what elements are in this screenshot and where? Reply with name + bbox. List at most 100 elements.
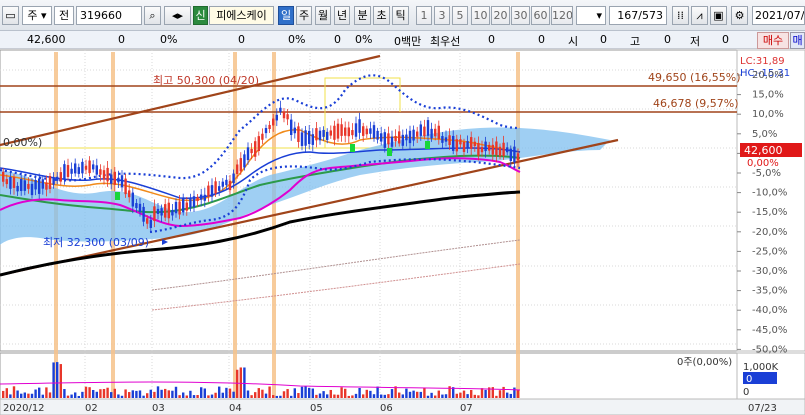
- candle: [81, 161, 84, 174]
- volume-bar: [509, 393, 512, 398]
- candle: [434, 128, 437, 137]
- candle: [333, 125, 336, 140]
- volume-bar: [380, 394, 383, 398]
- candle: [444, 137, 448, 142]
- low-annotation: 최저 32,300 (03/09): [43, 236, 149, 249]
- candle: [408, 130, 412, 144]
- volume-bar: [48, 392, 52, 398]
- volume-bar: [120, 395, 124, 398]
- volume-bar: [196, 395, 199, 398]
- left-pct-label: 0,00%): [3, 136, 42, 149]
- current-pct: 0,00%: [747, 158, 779, 169]
- candle: [196, 197, 199, 202]
- candle: [214, 181, 217, 194]
- candle: [394, 135, 397, 142]
- candle: [138, 203, 142, 212]
- volume-bar: [27, 393, 30, 398]
- volume-bar: [232, 391, 235, 398]
- volume-bar: [369, 390, 372, 398]
- volume-bar: [466, 394, 469, 398]
- volume-bar: [484, 389, 487, 398]
- volume-bar: [66, 395, 70, 398]
- volume-bar: [261, 389, 264, 398]
- candle: [470, 137, 473, 149]
- candle: [502, 142, 505, 156]
- candle: [300, 132, 304, 146]
- volume-bar: [376, 386, 379, 398]
- volume-axis-max: 1,000K: [743, 362, 779, 373]
- candle: [218, 186, 221, 191]
- candle: [232, 173, 235, 184]
- candle: [387, 133, 390, 145]
- candle: [477, 143, 480, 156]
- candle: [401, 134, 404, 146]
- level1-label: 49,650 (16,55%): [648, 71, 741, 84]
- x-label-apr: 04: [229, 403, 242, 414]
- candle: [70, 168, 73, 174]
- volume-bar: [437, 390, 440, 398]
- x-label-jun: 06: [380, 403, 393, 414]
- volume-bar: [5, 388, 8, 398]
- volume-bar: [171, 390, 174, 398]
- candle: [365, 128, 368, 135]
- candle: [95, 165, 98, 175]
- volume-bar: [495, 395, 498, 398]
- candle: [246, 147, 250, 161]
- candle: [380, 133, 383, 142]
- candle: [142, 206, 145, 222]
- volume-bar: [12, 386, 16, 398]
- volume-pct: 0주(0,00%): [677, 357, 732, 368]
- volume-bar: [401, 394, 404, 398]
- candle: [156, 208, 160, 214]
- y-axis-label: -5,0%: [752, 168, 781, 179]
- candle: [9, 176, 12, 189]
- volume-bar: [282, 391, 286, 398]
- candle: [59, 172, 62, 182]
- candle: [174, 201, 178, 214]
- volume-bar: [200, 387, 203, 398]
- candle: [102, 170, 106, 180]
- candle: [369, 128, 372, 134]
- candle: [135, 203, 138, 209]
- volume-bar: [189, 390, 192, 398]
- volume-bar: [225, 387, 228, 398]
- volume-bar: [477, 395, 480, 398]
- candle: [412, 129, 415, 141]
- y-axis-label: -10,0%: [752, 188, 787, 199]
- y-axis-label: -50,0%: [752, 344, 787, 355]
- volume-bar: [167, 390, 170, 398]
- high-annotation: 최고 50,300 (04/20): [153, 74, 259, 87]
- volume-bar: [254, 392, 257, 398]
- candle: [516, 153, 520, 161]
- candle: [5, 179, 8, 185]
- candle: [221, 181, 224, 187]
- candle: [171, 209, 174, 216]
- candle: [63, 164, 66, 179]
- candle: [297, 126, 300, 142]
- candle: [466, 141, 469, 149]
- candle: [228, 180, 232, 191]
- candle: [160, 208, 163, 216]
- candle: [120, 175, 124, 188]
- price-chart[interactable]: 최고 50,300 (04/20) 최저 32,300 (03/09) 49,6…: [0, 0, 805, 415]
- volume-bar: [329, 389, 332, 398]
- volume-bar: [383, 394, 386, 398]
- candle: [92, 164, 95, 170]
- candle: [488, 144, 491, 151]
- candle: [41, 179, 44, 189]
- candle: [347, 127, 350, 137]
- volume-bar: [250, 395, 253, 398]
- y-axis-label: 10,0%: [752, 109, 784, 120]
- candle: [272, 118, 275, 126]
- candle: [322, 129, 325, 137]
- volume-bar: [178, 395, 181, 398]
- volume-bar: [203, 388, 206, 398]
- x-label-may: 05: [310, 403, 323, 414]
- candle: [66, 165, 70, 177]
- candle: [441, 136, 444, 143]
- candle: [480, 146, 484, 153]
- candle: [38, 178, 41, 194]
- current-price: 42,600: [744, 144, 783, 157]
- candle: [455, 139, 458, 152]
- candle: [304, 130, 307, 146]
